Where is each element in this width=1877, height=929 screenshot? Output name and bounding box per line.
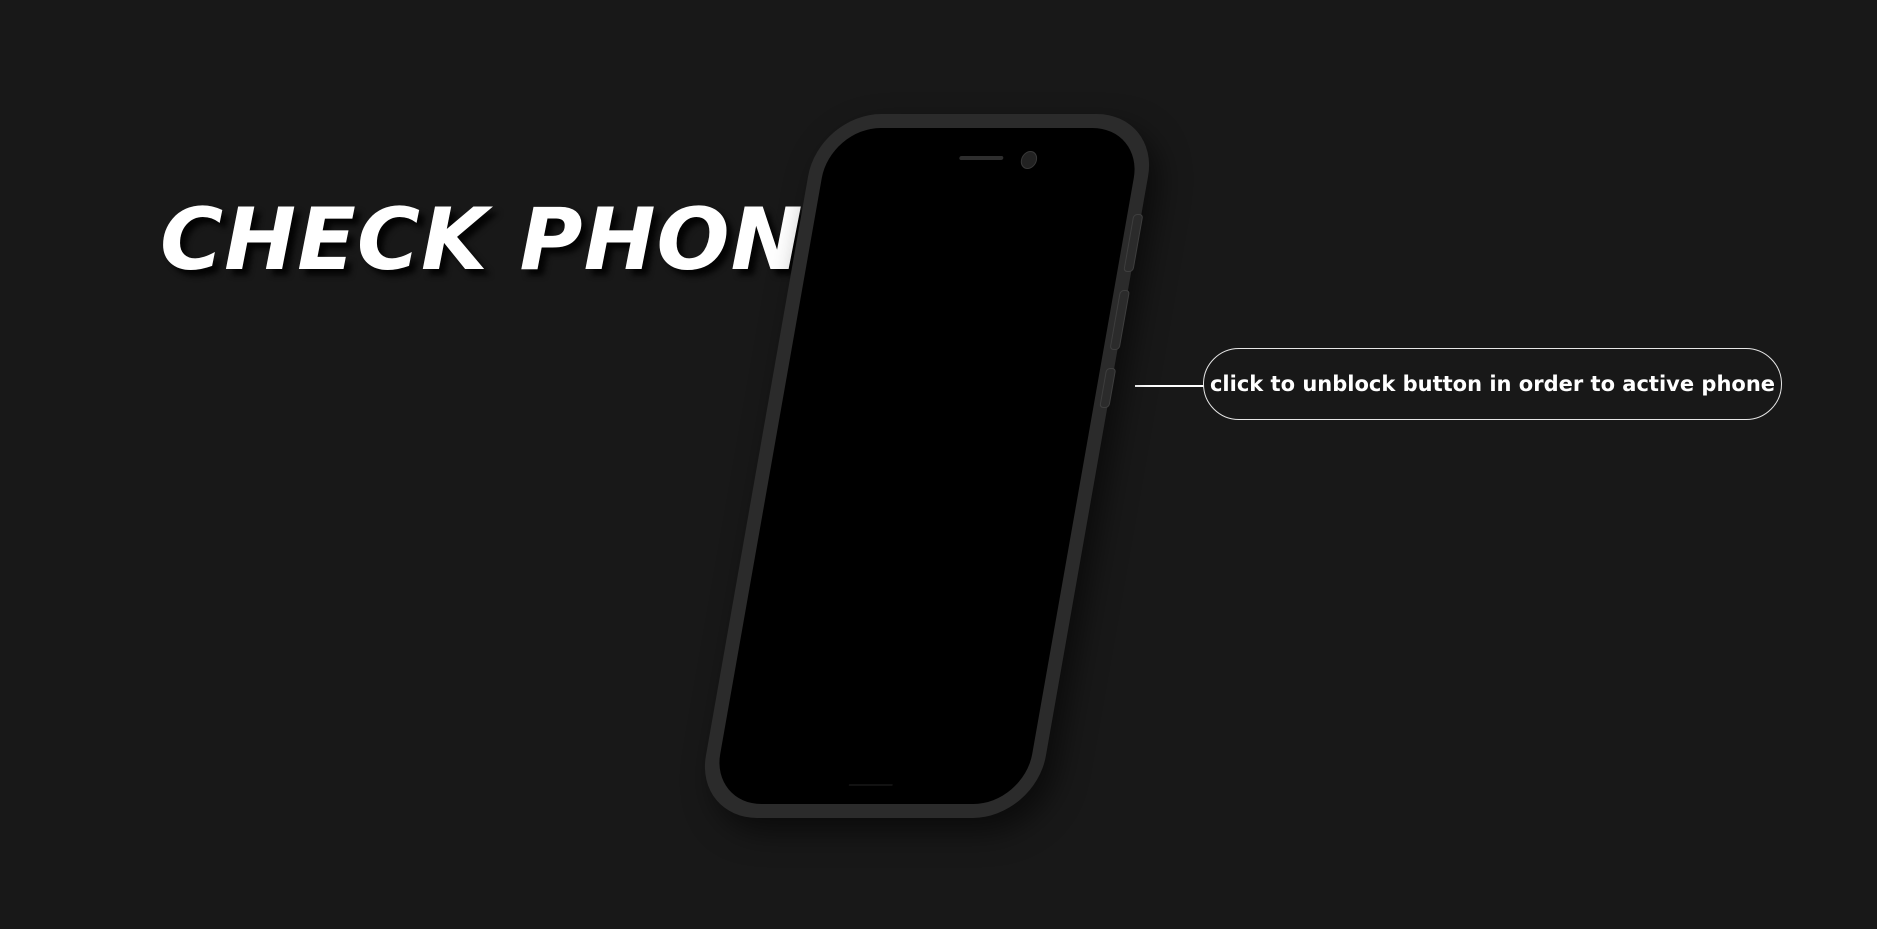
hint-connector-line	[1135, 385, 1204, 387]
earpiece-speaker-icon	[958, 156, 1004, 160]
front-camera-icon	[1019, 151, 1039, 169]
unlock-hint-callout: click to unblock button in order to acti…	[1203, 348, 1782, 420]
home-indicator	[848, 784, 893, 786]
page-title: CHECK PHONE	[160, 190, 864, 290]
